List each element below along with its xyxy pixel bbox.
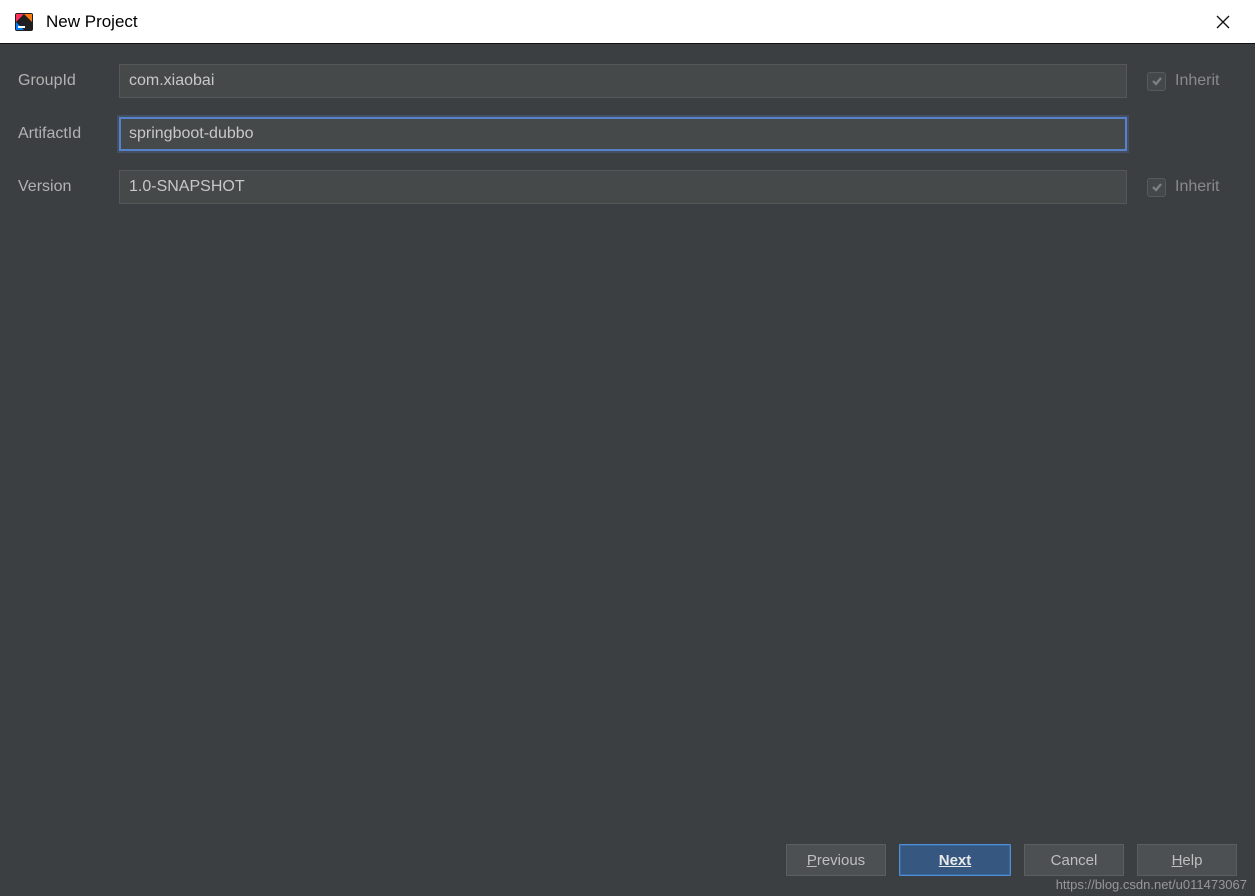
version-label: Version [18, 178, 119, 196]
groupid-input[interactable] [119, 64, 1127, 98]
row-groupid: GroupId Inherit [18, 62, 1237, 100]
artifactid-label: ArtifactId [18, 125, 119, 143]
groupid-inherit-checkbox [1147, 72, 1166, 91]
version-inherit-checkbox [1147, 178, 1166, 197]
check-icon [1151, 181, 1163, 193]
form-area: GroupId Inherit ArtifactId V [0, 44, 1255, 838]
next-button[interactable]: Next [899, 844, 1011, 876]
button-bar: Previous Next Cancel Help [0, 838, 1255, 896]
groupid-inherit: Inherit [1127, 72, 1237, 91]
version-inherit-label: Inherit [1175, 178, 1219, 196]
row-version: Version Inherit [18, 168, 1237, 206]
intellij-icon [12, 10, 36, 34]
previous-button[interactable]: Previous [786, 844, 886, 876]
check-icon [1151, 75, 1163, 87]
help-button[interactable]: Help [1137, 844, 1237, 876]
window-title: New Project [46, 12, 138, 32]
groupid-inherit-label: Inherit [1175, 72, 1219, 90]
version-inherit: Inherit [1127, 178, 1237, 197]
close-icon [1215, 14, 1231, 30]
groupid-label: GroupId [18, 72, 119, 90]
cancel-button[interactable]: Cancel [1024, 844, 1124, 876]
artifactid-input[interactable] [119, 117, 1127, 151]
row-artifactid: ArtifactId [18, 115, 1237, 153]
titlebar: New Project [0, 0, 1255, 44]
window-close-button[interactable] [1203, 2, 1243, 42]
version-input[interactable] [119, 170, 1127, 204]
